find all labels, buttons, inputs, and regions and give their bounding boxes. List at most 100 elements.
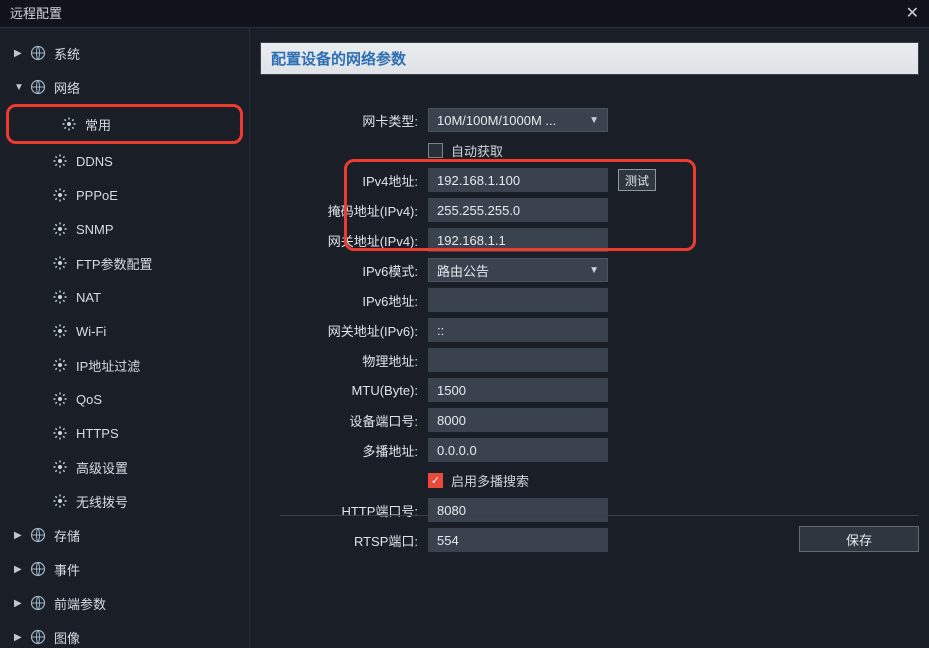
sidebar-item-snmp[interactable]: SNMP — [0, 212, 249, 246]
gateway-input[interactable] — [428, 228, 608, 252]
ipv6-mode-select[interactable]: 路由公告 ▼ — [428, 258, 608, 282]
ipv6-addr-input[interactable] — [428, 288, 608, 312]
ipv6-gateway-input[interactable] — [428, 318, 608, 342]
chevron-right-icon: ▶ — [14, 48, 26, 59]
sidebar-item-https[interactable]: HTTPS — [0, 416, 249, 450]
titlebar: 远程配置 ✕ — [0, 0, 929, 28]
sidebar-item-label: PPPoE — [76, 188, 118, 203]
multicast-input[interactable] — [428, 438, 608, 462]
sidebar-item-label: Wi-Fi — [76, 324, 106, 339]
nic-type-label: 网卡类型: — [260, 111, 428, 130]
sidebar-item-label: 系统 — [54, 44, 80, 63]
sidebar-item-label: 前端参数 — [54, 594, 106, 613]
ipv4-addr-input[interactable] — [428, 168, 608, 192]
globe-icon — [30, 561, 46, 577]
chevron-right-icon: ▶ — [14, 632, 26, 643]
globe-icon — [30, 629, 46, 645]
mask-label: 掩码地址(IPv4): — [260, 201, 428, 220]
auto-obtain-label: 自动获取 — [451, 141, 503, 160]
sidebar-item-ddns[interactable]: DDNS — [0, 144, 249, 178]
sidebar-item-label: 常用 — [85, 115, 111, 134]
gear-icon — [52, 255, 68, 271]
sidebar-item-common[interactable]: 常用 — [9, 107, 240, 141]
sidebar: ▶ 系统 ▼ 网络 常用 DDNS PPPoE — [0, 28, 250, 648]
sidebar-item-label: 高级设置 — [76, 458, 128, 477]
gear-icon — [52, 323, 68, 339]
auto-obtain-checkbox[interactable] — [428, 143, 443, 158]
device-port-input[interactable] — [428, 408, 608, 432]
gear-icon — [52, 357, 68, 373]
globe-icon — [30, 527, 46, 543]
sidebar-item-nat[interactable]: NAT — [0, 280, 249, 314]
select-value: 10M/100M/1000M ... — [437, 113, 556, 128]
gear-icon — [52, 187, 68, 203]
chevron-down-icon: ▼ — [589, 115, 599, 126]
main-panel: 配置设备的网络参数 网卡类型: 10M/100M/1000M ... ▼ 自动获… — [250, 28, 929, 648]
sidebar-item-wireless-dial[interactable]: 无线拨号 — [0, 484, 249, 518]
multicast-label: 多播地址: — [260, 441, 428, 460]
sidebar-item-label: 无线拨号 — [76, 492, 128, 511]
device-port-label: 设备端口号: — [260, 411, 428, 430]
sidebar-item-ipfilter[interactable]: IP地址过滤 — [0, 348, 249, 382]
sidebar-item-label: SNMP — [76, 222, 114, 237]
sidebar-item-advanced[interactable]: 高级设置 — [0, 450, 249, 484]
mac-input[interactable] — [428, 348, 608, 372]
sidebar-item-label: 事件 — [54, 560, 80, 579]
ipv4-addr-label: IPv4地址: — [260, 171, 428, 190]
globe-icon — [30, 45, 46, 61]
enable-multicast-checkbox[interactable]: ✓ — [428, 473, 443, 488]
sidebar-item-network[interactable]: ▼ 网络 — [0, 70, 249, 104]
gear-icon — [52, 153, 68, 169]
sidebar-item-label: DDNS — [76, 154, 113, 169]
save-button[interactable]: 保存 — [799, 526, 919, 552]
chevron-right-icon: ▶ — [14, 564, 26, 575]
globe-icon — [30, 79, 46, 95]
select-value: 路由公告 — [437, 261, 489, 280]
gear-icon — [52, 493, 68, 509]
mtu-input[interactable] — [428, 378, 608, 402]
sidebar-item-label: NAT — [76, 290, 101, 305]
gear-icon — [52, 221, 68, 237]
chevron-down-icon: ▼ — [14, 82, 26, 93]
enable-multicast-label: 启用多播搜索 — [451, 471, 529, 490]
close-icon[interactable]: ✕ — [906, 0, 919, 28]
sidebar-item-qos[interactable]: QoS — [0, 382, 249, 416]
main-container: ▶ 系统 ▼ 网络 常用 DDNS PPPoE — [0, 28, 929, 648]
gear-icon — [52, 391, 68, 407]
sidebar-item-label: QoS — [76, 392, 102, 407]
sidebar-item-ftp[interactable]: FTP参数配置 — [0, 246, 249, 280]
form-area: 网卡类型: 10M/100M/1000M ... ▼ 自动获取 IPv4地址: — [260, 105, 919, 555]
gateway-label: 网关地址(IPv4): — [260, 231, 428, 250]
globe-icon — [30, 595, 46, 611]
footer: 保存 — [280, 515, 919, 552]
sidebar-item-label: FTP参数配置 — [76, 254, 153, 273]
nic-type-select[interactable]: 10M/100M/1000M ... ▼ — [428, 108, 608, 132]
test-button[interactable]: 测试 — [618, 169, 656, 191]
sidebar-item-system[interactable]: ▶ 系统 — [0, 36, 249, 70]
section-title: 配置设备的网络参数 — [260, 42, 919, 75]
ipv6-mode-label: IPv6模式: — [260, 261, 428, 280]
chevron-right-icon: ▶ — [14, 598, 26, 609]
sidebar-item-wifi[interactable]: Wi-Fi — [0, 314, 249, 348]
chevron-down-icon: ▼ — [589, 265, 599, 276]
sidebar-item-label: HTTPS — [76, 426, 119, 441]
window-title: 远程配置 — [10, 0, 62, 28]
sidebar-item-label: 图像 — [54, 628, 80, 647]
gear-icon — [52, 289, 68, 305]
sidebar-item-pppoe[interactable]: PPPoE — [0, 178, 249, 212]
mtu-label: MTU(Byte): — [260, 383, 428, 398]
mask-input[interactable] — [428, 198, 608, 222]
sidebar-item-storage[interactable]: ▶ 存储 — [0, 518, 249, 552]
gear-icon — [52, 459, 68, 475]
sidebar-item-event[interactable]: ▶ 事件 — [0, 552, 249, 586]
sidebar-item-label: 网络 — [54, 78, 80, 97]
gear-icon — [52, 425, 68, 441]
chevron-right-icon: ▶ — [14, 530, 26, 541]
gear-icon — [61, 116, 77, 132]
sidebar-item-frontend[interactable]: ▶ 前端参数 — [0, 586, 249, 620]
sidebar-highlight: 常用 — [6, 104, 243, 144]
sidebar-item-label: 存储 — [54, 526, 80, 545]
ipv6-addr-label: IPv6地址: — [260, 291, 428, 310]
sidebar-item-label: IP地址过滤 — [76, 356, 140, 375]
sidebar-item-image[interactable]: ▶ 图像 — [0, 620, 249, 648]
